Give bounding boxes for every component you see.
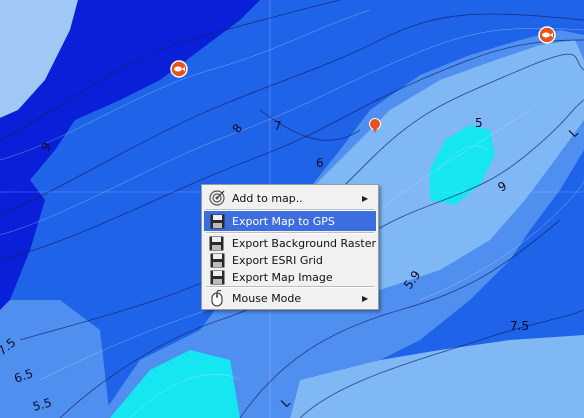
menu-item-add-to-map[interactable]: Add to map.. ▶ bbox=[204, 188, 376, 208]
fish-icon[interactable] bbox=[538, 26, 556, 44]
menu-item-label: Export Background Raster bbox=[231, 236, 376, 250]
depth-label: 7 bbox=[274, 119, 282, 133]
mouse-icon bbox=[208, 289, 226, 307]
menu-item-label: Export Map Image bbox=[232, 270, 333, 284]
menu-item-label: Mouse Mode bbox=[232, 291, 302, 305]
depth-label: 6 bbox=[316, 156, 324, 170]
depth-label: 5 bbox=[475, 116, 483, 130]
target-icon bbox=[208, 189, 226, 207]
menu-item-export-map-to-gps[interactable]: Export Map to GPS bbox=[204, 211, 376, 231]
floppy-disk-icon bbox=[208, 212, 226, 230]
menu-item-export-map-image[interactable]: Export Map Image bbox=[204, 267, 376, 287]
menu-item-label: Export Map to GPS bbox=[232, 214, 335, 228]
submenu-arrow-icon: ▶ bbox=[362, 193, 369, 203]
floppy-disk-icon bbox=[208, 268, 226, 286]
menu-item-label: Export ESRI Grid bbox=[232, 253, 323, 267]
fish-icon[interactable] bbox=[170, 60, 188, 78]
depth-label: 7.5 bbox=[510, 319, 529, 333]
menu-item-label: Add to map.. bbox=[232, 191, 303, 205]
context-menu: Add to map.. ▶ Export Map to GPS Export … bbox=[201, 184, 379, 310]
menu-item-mouse-mode[interactable]: Mouse Mode ▶ bbox=[204, 288, 376, 308]
submenu-arrow-icon: ▶ bbox=[362, 293, 369, 303]
